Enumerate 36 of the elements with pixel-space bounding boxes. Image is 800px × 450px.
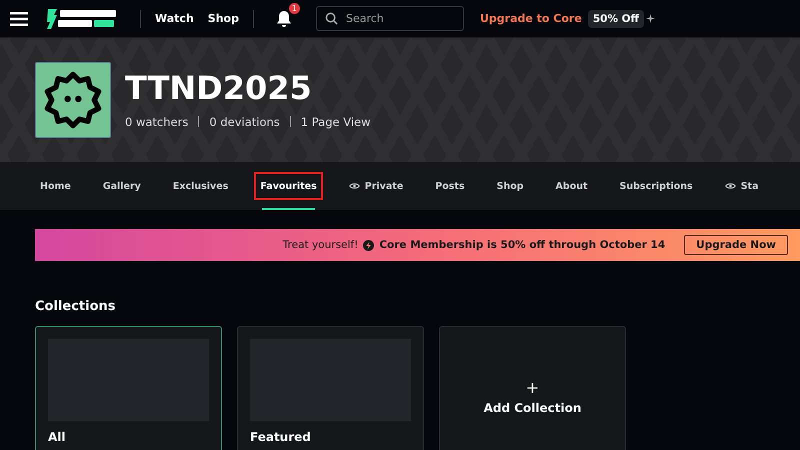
search-field[interactable]: Search	[316, 6, 464, 31]
profile-tab[interactable]: Exclusives	[156, 162, 244, 210]
add-collection-card[interactable]: + Add Collection	[439, 326, 626, 450]
upgrade-now-button[interactable]: Upgrade Now	[684, 235, 788, 255]
profile-tab[interactable]: Private	[332, 162, 420, 210]
username: TTND2025	[125, 71, 313, 107]
eye-icon	[724, 182, 736, 190]
collection-card[interactable]: Featured	[237, 326, 424, 450]
promo-message: Core Membership is 50% off through October 14	[379, 239, 666, 251]
notification-badge: 1	[288, 2, 300, 14]
collection-title: All	[48, 430, 67, 444]
eye-icon	[348, 182, 360, 190]
profile-stat: 0 watchers	[125, 114, 188, 129]
collection-title: Featured	[250, 430, 312, 444]
profile-tab[interactable]: About	[540, 162, 604, 210]
profile-tab[interactable]: Favourites	[244, 162, 333, 210]
profile-tab[interactable]: Home	[24, 162, 87, 210]
profile-tab[interactable]: Sta	[708, 162, 775, 210]
profile-stat: 0 deviations	[209, 114, 280, 129]
upgrade-link[interactable]: Upgrade to Core	[480, 12, 582, 25]
bolt-icon	[363, 240, 374, 250]
profile-tab[interactable]: Shop	[480, 162, 540, 210]
profile-tab[interactable]: Subscriptions	[604, 162, 709, 210]
nav-link[interactable]: Watch	[155, 12, 194, 25]
discount-badge: 50% Off	[588, 10, 644, 28]
profile-stat: 1 Page View	[300, 114, 371, 129]
collection-card[interactable]: All	[35, 326, 222, 450]
search-icon	[324, 12, 338, 25]
promo-lead: Treat yourself!	[282, 239, 358, 251]
nav-link[interactable]: Shop	[208, 12, 239, 25]
profile-tab[interactable]: Gallery	[86, 162, 157, 210]
section-heading: Collections	[35, 299, 117, 314]
sparkle-icon	[646, 14, 656, 23]
bell-icon[interactable]	[276, 10, 292, 28]
menu-icon[interactable]	[10, 12, 28, 26]
profile-tab[interactable]: Posts	[419, 162, 481, 210]
